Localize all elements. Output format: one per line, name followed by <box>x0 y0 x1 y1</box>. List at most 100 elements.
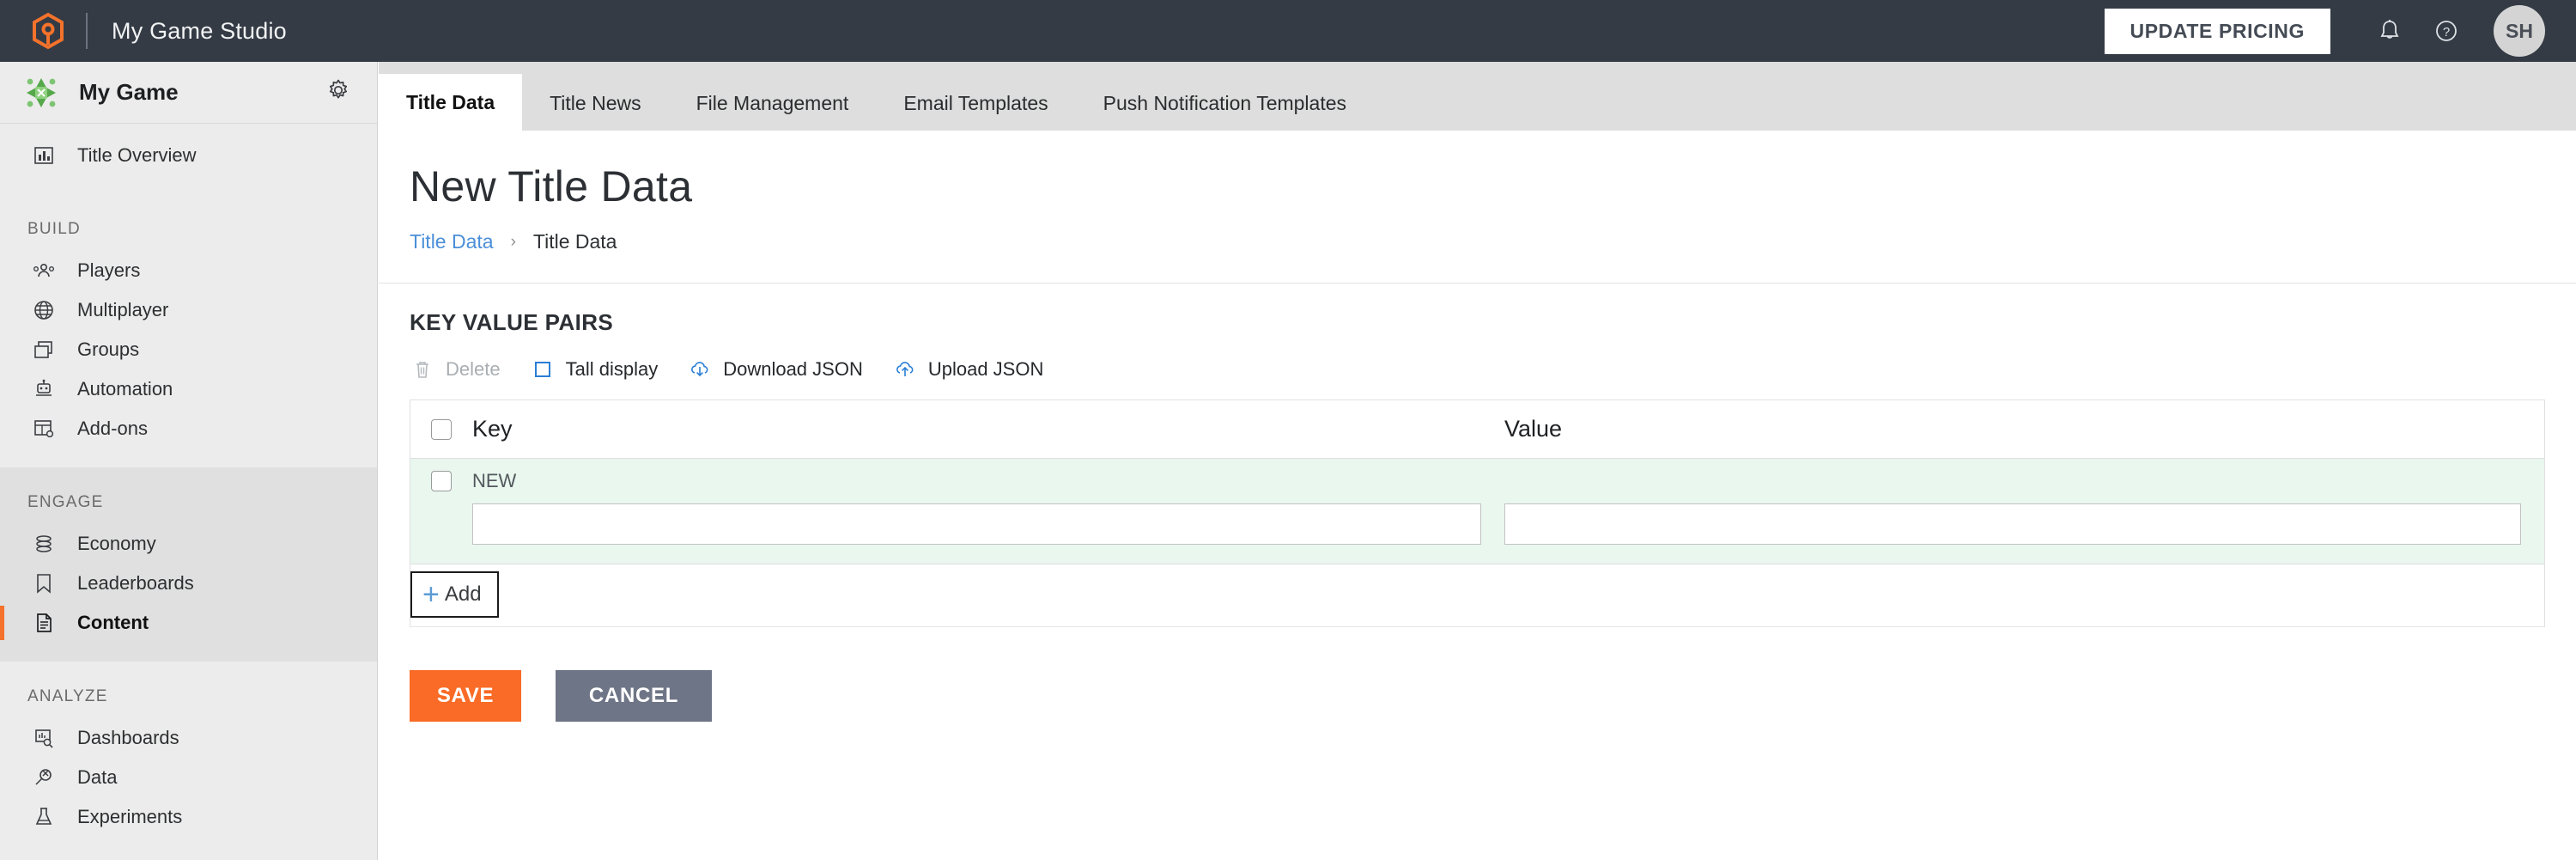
add-button[interactable]: + Add <box>410 571 499 618</box>
sidebar-item-data[interactable]: Data <box>0 758 377 797</box>
download-json-label: Download JSON <box>723 358 863 381</box>
key-input[interactable] <box>472 503 1481 545</box>
globe-icon <box>29 299 58 321</box>
header-actions: UPDATE PRICING ? SH <box>2105 3 2576 59</box>
stacked-windows-icon <box>29 339 58 361</box>
sidebar-item-label: Dashboards <box>77 727 179 749</box>
sidebar-item-multiplayer[interactable]: Multiplayer <box>0 290 377 330</box>
page-title: New Title Data <box>379 131 2576 211</box>
svg-text:?: ? <box>2443 25 2450 40</box>
plug-icon <box>29 766 58 789</box>
update-pricing-button[interactable]: UPDATE PRICING <box>2105 9 2330 54</box>
document-icon <box>29 612 58 634</box>
table-row-top: NEW <box>410 459 2544 503</box>
breadcrumb-link-title-data[interactable]: Title Data <box>410 230 494 253</box>
sidebar-item-groups[interactable]: Groups <box>0 330 377 369</box>
tall-display-label: Tall display <box>566 358 659 381</box>
game-name: My Game <box>79 79 179 106</box>
header-divider <box>86 13 88 49</box>
select-all-cell <box>410 419 472 440</box>
flask-icon <box>29 806 58 828</box>
checkbox-empty-icon <box>530 359 556 380</box>
sidebar-item-experiments[interactable]: Experiments <box>0 797 377 837</box>
sidebar-item-label: Title Overview <box>77 144 197 167</box>
row-select-cell <box>410 471 472 491</box>
sidebar-item-automation[interactable]: Automation <box>0 369 377 409</box>
sidebar-item-label: Economy <box>77 533 156 555</box>
group-label-build: BUILD <box>0 194 377 251</box>
sidebar-item-players[interactable]: Players <box>0 251 377 290</box>
bar-chart-icon <box>29 144 58 167</box>
cloud-download-icon <box>687 359 713 380</box>
sidebar-group-build: BUILD Players Multiplayer <box>0 194 377 467</box>
row-select-checkbox[interactable] <box>431 471 452 491</box>
sidebar-item-label: Multiplayer <box>77 299 168 321</box>
table-row-inputs <box>410 503 2544 545</box>
column-header-value: Value <box>1504 416 2544 442</box>
cancel-button[interactable]: CANCEL <box>556 670 712 722</box>
select-all-checkbox[interactable] <box>431 419 452 440</box>
delete-label: Delete <box>446 358 501 381</box>
group-label-analyze: ANALYZE <box>0 662 377 718</box>
delete-button[interactable]: Delete <box>410 358 501 381</box>
tall-display-toggle[interactable]: Tall display <box>530 358 659 381</box>
coins-stack-icon <box>29 533 58 555</box>
cloud-upload-icon <box>892 359 918 380</box>
add-row: + Add <box>410 564 2544 627</box>
trash-icon <box>410 359 435 380</box>
gear-icon[interactable] <box>325 77 351 107</box>
tab-file-management[interactable]: File Management <box>669 76 877 131</box>
sidebar-item-label: Groups <box>77 339 139 361</box>
upload-json-button[interactable]: Upload JSON <box>892 358 1044 381</box>
breadcrumb-separator-icon: › <box>511 233 516 252</box>
save-button[interactable]: SAVE <box>410 670 521 722</box>
sidebar-item-label: Content <box>77 612 149 634</box>
download-json-button[interactable]: Download JSON <box>687 358 863 381</box>
sidebar-group-engage: ENGAGE Economy Leaderboards <box>0 467 377 662</box>
column-header-key: Key <box>472 416 1504 442</box>
breadcrumb: Title Data › Title Data <box>379 211 2576 253</box>
tab-push-notification-templates[interactable]: Push Notification Templates <box>1076 76 1374 131</box>
people-icon <box>29 259 58 282</box>
hexagon-logo-icon[interactable] <box>29 12 67 50</box>
sidebar-group-analyze: ANALYZE Dashboards Data <box>0 662 377 837</box>
sidebar-item-label: Leaderboards <box>77 572 194 595</box>
add-button-label: Add <box>445 582 482 607</box>
sidebar-item-label: Data <box>77 766 117 789</box>
sidebar-item-label: Experiments <box>77 806 182 828</box>
green-burst-game-icon <box>22 74 60 112</box>
tab-email-templates[interactable]: Email Templates <box>876 76 1075 131</box>
key-value-table: Key Value NEW + Add <box>410 400 2545 627</box>
sidebar-item-economy[interactable]: Economy <box>0 524 377 564</box>
tab-bar: Title Data Title News File Management Em… <box>379 62 2576 131</box>
sidebar-item-label: Players <box>77 259 140 282</box>
bookmark-icon <box>29 572 58 595</box>
sidebar-item-label: Automation <box>77 378 173 400</box>
form-actions: SAVE CANCEL <box>379 627 2576 722</box>
sidebar-item-leaderboards[interactable]: Leaderboards <box>0 564 377 603</box>
game-header: My Game <box>0 62 377 124</box>
upload-json-label: Upload JSON <box>928 358 1044 381</box>
table-row: NEW <box>410 459 2544 564</box>
sidebar-item-title-overview[interactable]: Title Overview <box>0 136 377 175</box>
avatar[interactable]: SH <box>2494 5 2545 57</box>
sidebar-item-add-ons[interactable]: Add-ons <box>0 409 377 448</box>
main-content: New Title Data Title Data › Title Data K… <box>379 131 2576 860</box>
row-status-badge: NEW <box>472 470 1504 492</box>
tab-title-news[interactable]: Title News <box>522 76 669 131</box>
sidebar-item-label: Add-ons <box>77 418 148 440</box>
tab-title-data[interactable]: Title Data <box>379 74 522 131</box>
robot-icon <box>29 378 58 400</box>
sidebar: My Game Title Overview BUILD <box>0 62 378 860</box>
section-title: KEY VALUE PAIRS <box>379 284 2576 336</box>
top-header-bar: My Game Studio UPDATE PRICING ? SH <box>0 0 2576 62</box>
value-input[interactable] <box>1504 503 2521 545</box>
chart-search-icon <box>29 727 58 749</box>
bell-icon[interactable] <box>2361 3 2418 59</box>
sidebar-item-content[interactable]: Content <box>0 603 377 643</box>
table-toolbar: Delete Tall display Download JSON <box>379 336 2576 381</box>
help-circle-icon[interactable]: ? <box>2418 3 2475 59</box>
group-label-engage: ENGAGE <box>0 467 377 524</box>
sidebar-item-dashboards[interactable]: Dashboards <box>0 718 377 758</box>
breadcrumb-current: Title Data <box>533 230 617 253</box>
